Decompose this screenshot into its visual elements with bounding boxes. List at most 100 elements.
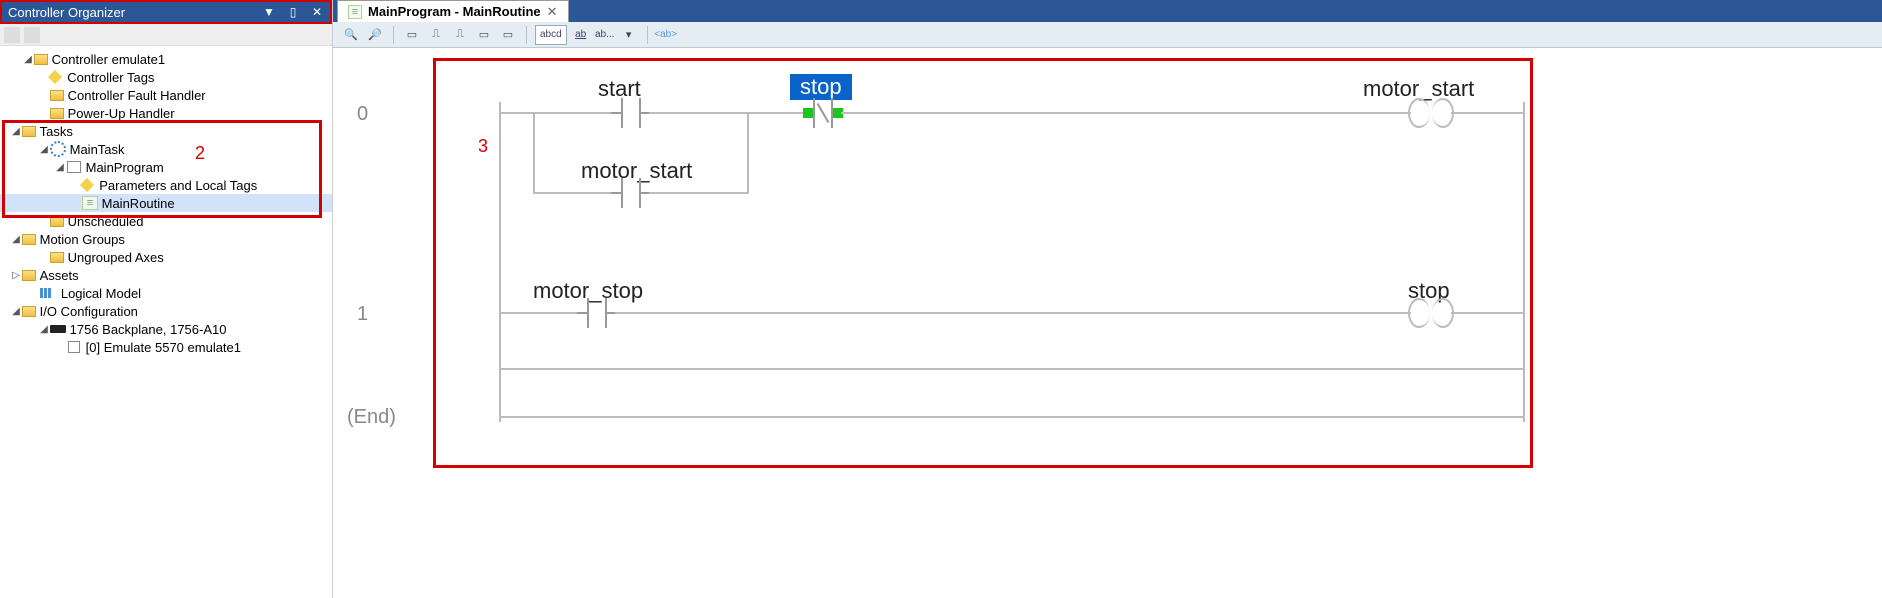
left-power-rail: [499, 102, 501, 422]
tree-label: Logical Model: [61, 286, 141, 301]
tree-label: Ungrouped Axes: [68, 250, 164, 265]
expander-icon[interactable]: ◢: [10, 126, 22, 137]
backplane-icon: [50, 322, 66, 336]
branch-tool-icon[interactable]: ⎍: [426, 25, 446, 45]
tree-label: MainTask: [70, 142, 125, 157]
tree-mainroutine[interactable]: MainRoutine: [0, 194, 332, 212]
expander-icon[interactable]: ◢: [10, 306, 22, 317]
wire: [499, 112, 535, 114]
tree-maintask[interactable]: ◢ MainTask: [0, 140, 332, 158]
controller-organizer-panel: Controller Organizer ▼ ▯ ✕ ◢ Controller …: [0, 0, 333, 598]
tree-assets[interactable]: ▷ Assets: [0, 266, 332, 284]
tree-params-local-tags[interactable]: Parameters and Local Tags: [0, 176, 332, 194]
editor-tab-mainroutine[interactable]: MainProgram - MainRoutine ✕: [337, 0, 569, 22]
panel-toolbar: [0, 24, 332, 46]
ote-coil-motor-start[interactable]: [1408, 98, 1454, 128]
project-tree[interactable]: ◢ Controller emulate1 Controller Tags Co…: [0, 46, 332, 598]
task-icon: [50, 142, 66, 156]
tree-logical-model[interactable]: Logical Model: [0, 284, 332, 302]
rung-tool-icon[interactable]: ▭: [402, 25, 422, 45]
tree-io-config[interactable]: ◢ I/O Configuration: [0, 302, 332, 320]
tree-slot0[interactable]: [0] Emulate 5570 emulate1: [0, 338, 332, 356]
ab-brackets-button[interactable]: <ab>: [656, 25, 676, 45]
tree-ungrouped-axes[interactable]: Ungrouped Axes: [0, 248, 332, 266]
abcd-button[interactable]: abcd: [535, 25, 567, 45]
tree-label: Assets: [40, 268, 79, 283]
tree-label: Controller emulate1: [52, 52, 165, 67]
wire: [747, 112, 807, 114]
tab-close-icon[interactable]: ✕: [547, 4, 558, 20]
wire: [533, 112, 535, 192]
tree-label: MainRoutine: [102, 196, 175, 211]
ab-ellipsis-button[interactable]: ab...: [595, 25, 615, 45]
tree-controller-root[interactable]: ◢ Controller emulate1: [0, 50, 332, 68]
xio-contact-motor-stop[interactable]: [577, 298, 617, 328]
xio-contact-motor-start-seal[interactable]: [611, 178, 651, 208]
tree-label: Parameters and Local Tags: [99, 178, 257, 193]
wire: [1451, 312, 1523, 314]
expander-icon[interactable]: ◢: [54, 162, 66, 173]
panel-title: Controller Organizer: [8, 5, 262, 20]
tree-mainprogram[interactable]: ◢ MainProgram: [0, 158, 332, 176]
wire: [649, 112, 749, 114]
folder-icon: [50, 108, 64, 119]
tree-power-up-handler[interactable]: Power-Up Handler: [0, 104, 332, 122]
ladder-toolbar: 🔍 🔎 ▭ ⎍ ⎍ ▭ ▭ abcd ab ab... ▾ <ab>: [333, 22, 1882, 48]
rung-number-0: 0: [357, 103, 368, 126]
expander-icon[interactable]: ◢: [10, 234, 22, 245]
model-icon: [34, 286, 50, 300]
dropdown-icon[interactable]: ▾: [619, 25, 639, 45]
tag-label-stop-selected[interactable]: stop: [790, 74, 852, 100]
tree-tasks[interactable]: ◢ Tasks: [0, 122, 332, 140]
xic-contact-stop[interactable]: [803, 98, 843, 128]
zoom-out-icon[interactable]: 🔎: [365, 25, 385, 45]
folder-icon: [22, 126, 36, 137]
folder-icon: [22, 234, 36, 245]
panel-close-icon[interactable]: ✕: [310, 5, 324, 19]
folder-icon: [22, 270, 36, 281]
expander-icon[interactable]: ▷: [10, 270, 22, 281]
tree-unscheduled[interactable]: Unscheduled: [0, 212, 332, 230]
ote-coil-stop[interactable]: [1408, 298, 1454, 328]
tree-label: MainProgram: [86, 160, 164, 175]
folder-icon: [50, 90, 64, 101]
panel-window-controls: ▼ ▯ ✕: [262, 5, 330, 19]
tree-controller-tags[interactable]: Controller Tags: [0, 68, 332, 86]
ab-frac-button[interactable]: ab: [571, 25, 591, 45]
wire: [649, 192, 749, 194]
xio-contact-start[interactable]: [611, 98, 651, 128]
annotation-number-2: 2: [195, 143, 205, 164]
slot-icon: [66, 340, 82, 354]
expander-icon[interactable]: ◢: [38, 144, 50, 155]
annotation-box-ladder: [433, 58, 1533, 468]
tree-label: Power-Up Handler: [68, 106, 175, 121]
rung-number-1: 1: [357, 303, 368, 326]
branch-level-tool-icon[interactable]: ⎍: [450, 25, 470, 45]
instruction-tool2-icon[interactable]: ▭: [498, 25, 518, 45]
folder-icon: [34, 54, 48, 65]
tree-fault-handler[interactable]: Controller Fault Handler: [0, 86, 332, 104]
panel-pin-icon[interactable]: ▯: [286, 5, 300, 19]
expander-icon[interactable]: ◢: [22, 54, 34, 65]
wire: [615, 312, 1411, 314]
panel-dropdown-icon[interactable]: ▼: [262, 5, 276, 19]
tree-label: Motion Groups: [40, 232, 125, 247]
tree-label: I/O Configuration: [40, 304, 138, 319]
tab-title: MainProgram - MainRoutine: [368, 4, 541, 19]
toolbar-button-2[interactable]: [24, 27, 40, 43]
toolbar-button-1[interactable]: [4, 27, 20, 43]
editor-tab-bar: MainProgram - MainRoutine ✕: [333, 0, 1882, 22]
expander-icon[interactable]: ◢: [38, 324, 50, 335]
ladder-editor[interactable]: 3 0 start: [333, 48, 1882, 598]
right-power-rail: [1523, 102, 1525, 422]
tree-label: 1756 Backplane, 1756-A10: [70, 322, 227, 337]
wire: [1451, 112, 1523, 114]
tree-label: Controller Tags: [67, 70, 154, 85]
tree-backplane[interactable]: ◢ 1756 Backplane, 1756-A10: [0, 320, 332, 338]
instruction-tool-icon[interactable]: ▭: [474, 25, 494, 45]
zoom-in-icon[interactable]: 🔍: [341, 25, 361, 45]
tree-motion-groups[interactable]: ◢ Motion Groups: [0, 230, 332, 248]
routine-icon: [82, 196, 98, 210]
tree-label: Unscheduled: [68, 214, 144, 229]
editor-panel: MainProgram - MainRoutine ✕ 🔍 🔎 ▭ ⎍ ⎍ ▭ …: [333, 0, 1882, 598]
